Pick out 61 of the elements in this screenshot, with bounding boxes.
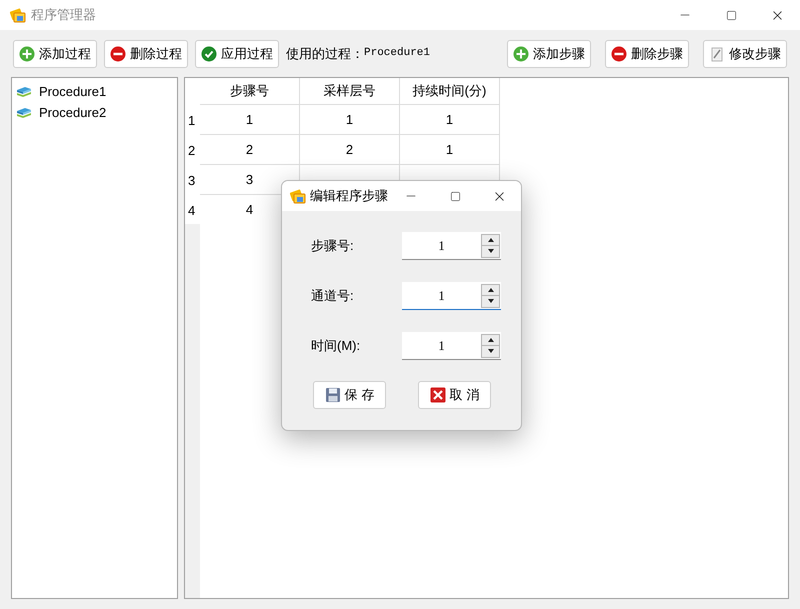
toolbar-button[interactable]: 删除步骤 [605, 40, 689, 68]
app-icon [10, 7, 26, 23]
dialog-title: 编辑程序步骤 [310, 187, 388, 206]
minus-icon [110, 46, 126, 62]
row-header: 3 [185, 164, 200, 194]
spin-down-button[interactable] [481, 246, 500, 258]
up-arrow-icon [488, 338, 494, 342]
current-procedure-label: 使用的过程： [286, 44, 364, 63]
current-procedure-value: Procedure1 [364, 46, 430, 62]
maximize-icon[interactable] [726, 10, 736, 20]
toolbar-button[interactable]: 添加过程 [13, 40, 97, 68]
maximize-icon[interactable] [450, 190, 460, 202]
table-cell: 1 [400, 135, 500, 164]
procedure-item[interactable]: Procedure1 [16, 81, 173, 102]
down-arrow-icon [488, 299, 494, 303]
checkmark-icon [201, 46, 217, 62]
dialog-button[interactable]: 取 消 [418, 381, 491, 409]
table-cell: 1 [200, 105, 300, 134]
column-header[interactable]: 采样层号 [300, 78, 400, 104]
column-header[interactable]: 步骤号 [200, 78, 300, 104]
minus-icon [611, 46, 627, 62]
number-spinner[interactable]: 1 [402, 332, 501, 360]
field-label: 步骤号: [311, 237, 355, 256]
field-label: 时间(M): [311, 337, 362, 356]
spin-down-button[interactable] [481, 346, 500, 358]
spin-down-button[interactable] [481, 296, 500, 308]
spinner-value: 1 [437, 236, 446, 255]
close-icon [430, 387, 446, 403]
book-stack-icon [16, 106, 32, 120]
toolbar-button[interactable]: 应用过程 [195, 40, 279, 68]
spin-up-button[interactable] [481, 334, 500, 346]
dialog-button[interactable]: 保 存 [313, 381, 386, 409]
spin-up-button[interactable] [481, 234, 500, 246]
toolbar-button[interactable]: 删除过程 [104, 40, 188, 68]
book-stack-icon [16, 84, 32, 98]
down-arrow-icon [488, 349, 494, 353]
toolbar-button[interactable]: 修改步骤 [703, 40, 787, 68]
spin-up-button[interactable] [481, 284, 500, 296]
table-cell: 1 [400, 105, 500, 134]
window-title: 程序管理器 [31, 6, 96, 24]
table-cell: 1 [300, 105, 400, 134]
spinner-value: 1 [437, 286, 446, 305]
column-header[interactable]: 持续时间(分) [400, 78, 500, 104]
row-header: 4 [185, 194, 200, 224]
procedure-item[interactable]: Procedure2 [16, 102, 173, 123]
table-cell: 2 [300, 135, 400, 164]
row-header: 1 [185, 104, 200, 134]
down-arrow-icon [488, 249, 494, 253]
pencil-note-icon [709, 46, 725, 62]
toolbar-button[interactable]: 添加步骤 [507, 40, 591, 68]
dialog-icon [290, 188, 306, 204]
number-spinner[interactable]: 1 [402, 232, 501, 260]
up-arrow-icon [488, 238, 494, 242]
number-spinner[interactable]: 1 [402, 282, 501, 310]
table-cell: 2 [200, 135, 300, 164]
row-header: 2 [185, 134, 200, 164]
spinner-value: 1 [437, 336, 446, 355]
plus-icon [513, 46, 529, 62]
up-arrow-icon [488, 288, 494, 292]
plus-icon [19, 46, 35, 62]
field-label: 通道号: [311, 287, 355, 306]
